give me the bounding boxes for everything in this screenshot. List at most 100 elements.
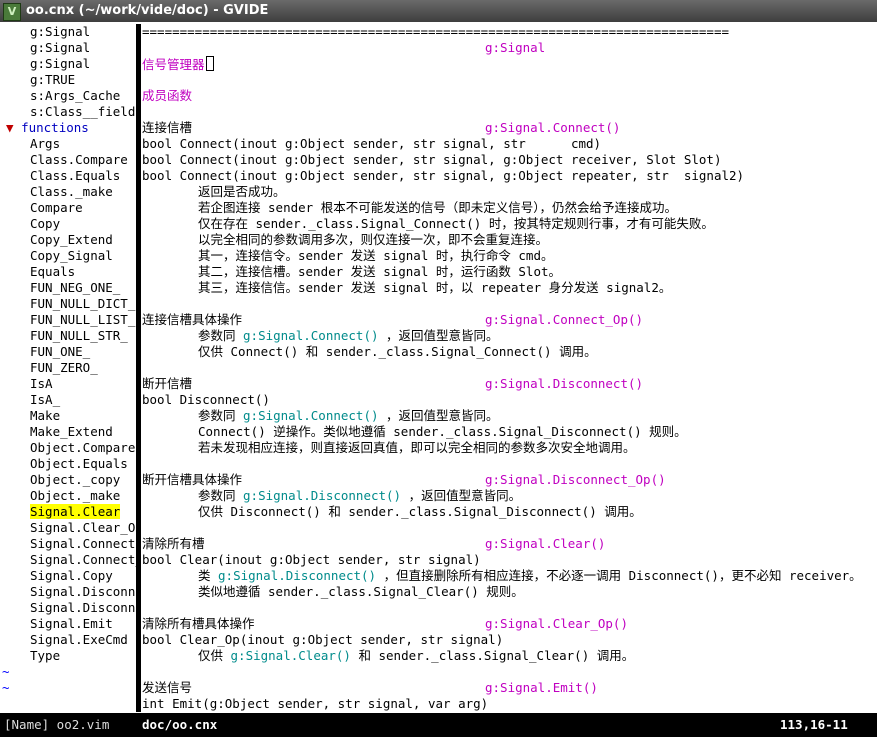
tree-item[interactable]: Object.Equals — [0, 456, 136, 472]
desc-line: 其一，连接信令。sender 发送 signal 时，执行命令 cmd。 — [198, 248, 554, 263]
section-disconnect-op-heading: 断开信槽具体操作 g:Signal.Disconnect_Op() — [142, 472, 666, 488]
tree-item-label: Signal.Emit — [30, 616, 113, 631]
tree-item[interactable]: FUN_NEG_ONE_ — [0, 280, 136, 296]
tree-item[interactable]: Equals — [0, 264, 136, 280]
tree-item[interactable]: FUN_NULL_DICT_ — [0, 296, 136, 312]
tree-item[interactable]: FUN_NULL_LIST_ — [0, 312, 136, 328]
rule-line: ========================================… — [142, 24, 729, 39]
tree-item[interactable]: FUN_NULL_STR_ — [0, 328, 136, 344]
status-cursor-position: 113,16-11 — [780, 717, 848, 732]
tree-item[interactable]: Copy_Extend — [0, 232, 136, 248]
doc-header-line: g:Signal — [142, 40, 877, 56]
folder-label: functions — [21, 120, 89, 135]
tree-item[interactable]: Signal.Connect — [0, 536, 136, 552]
tree-empty-lines: ~ ~ — [0, 664, 136, 696]
tree-item[interactable]: Compare — [0, 200, 136, 216]
link-connect[interactable]: g:Signal.Connect() — [243, 408, 378, 423]
split-separator[interactable] — [136, 24, 141, 712]
members-heading: 成员函数 — [142, 88, 193, 103]
tree-folder-functions[interactable]: ▼ functions — [0, 120, 136, 136]
link-disconnect[interactable]: g:Signal.Disconnect() — [218, 568, 376, 583]
tree-item[interactable]: Args — [0, 136, 136, 152]
tree-item-selected[interactable]: Signal.Clear — [0, 504, 136, 520]
tree-item[interactable]: Make_Extend — [0, 424, 136, 440]
tree-item[interactable]: Signal.Disconne — [0, 584, 136, 600]
tree-item[interactable]: Signal.Disconne — [0, 600, 136, 616]
document-pane[interactable]: ========================================… — [142, 24, 877, 712]
doc-signal-tag: g:Signal — [485, 40, 546, 55]
tree-item-label: IsA_ — [30, 392, 61, 407]
tree-item-label: Args — [30, 136, 61, 151]
tag-clear-op[interactable]: g:Signal.Clear_Op() — [485, 616, 628, 632]
folder-expanded-icon: ▼ — [6, 120, 14, 135]
tree-item[interactable]: Class._make — [0, 184, 136, 200]
tree-item[interactable]: g:Signal — [0, 24, 136, 40]
tree-item[interactable]: Type — [0, 648, 136, 664]
desc-line: 参数同 g:Signal.Connect() ，返回值型意皆同。 — [198, 408, 499, 423]
doc-title-line: 信号管理器 — [142, 56, 877, 72]
tree-item[interactable]: s:Class__field — [0, 104, 136, 120]
tag-disconnect-op[interactable]: g:Signal.Disconnect_Op() — [485, 472, 666, 488]
tree-item[interactable]: FUN_ONE_ — [0, 344, 136, 360]
tree-item-label: Signal.Copy — [30, 568, 113, 583]
tree-item[interactable]: Class.Compare — [0, 152, 136, 168]
link-disconnect[interactable]: g:Signal.Disconnect() — [243, 488, 401, 503]
tree-item-label: Copy_Extend — [30, 232, 113, 247]
desc-line: 仅供 Connect() 和 sender._class.Signal_Conn… — [198, 344, 597, 359]
desc-line: 若企图连接 sender 根本不可能发送的信号（即未定义信号），仍然会给予连接成… — [198, 200, 677, 215]
desc-line: 返回是否成功。 — [198, 184, 286, 199]
tree-item[interactable]: Class.Equals — [0, 168, 136, 184]
tree-item-label: FUN_ONE_ — [30, 344, 91, 359]
code-line: bool Clear(inout g:Object sender, str si… — [142, 552, 481, 567]
title-bar: V oo.cnx (~/work/vide/doc) - GVIDE — [0, 0, 877, 22]
tag-disconnect[interactable]: g:Signal.Disconnect() — [485, 376, 643, 392]
tree-top-items: g:Signal g:Signal g:Signal g:TRUE s:Args_Cac… — [0, 24, 136, 120]
tree-item[interactable]: Signal.Clear_Op — [0, 520, 136, 536]
desc-line: 参数同 g:Signal.Connect() ，返回值型意皆同。 — [198, 328, 499, 343]
section-connect-heading: 连接信槽 g:Signal.Connect() — [142, 120, 621, 136]
tree-item[interactable]: g:Signal — [0, 40, 136, 56]
tree-item[interactable]: Copy — [0, 216, 136, 232]
status-line: [Name] oo2.vim doc/oo.cnx 113,16-11 — [0, 713, 877, 737]
tree-item-label: FUN_NULL_LIST_ — [30, 312, 136, 327]
desc-line: 参数同 g:Signal.Disconnect() ，返回值型意皆同。 — [198, 488, 522, 503]
link-clear[interactable]: g:Signal.Clear() — [231, 648, 351, 663]
tag-connect-op[interactable]: g:Signal.Connect_Op() — [485, 312, 643, 328]
tree-item[interactable]: Signal.ExeCmd — [0, 632, 136, 648]
desc-line: 仅供 g:Signal.Clear() 和 sender._class.Sign… — [198, 648, 635, 663]
tree-item-label: IsA — [30, 376, 53, 391]
tree-item[interactable]: Signal.Copy — [0, 568, 136, 584]
desc-line: 以完全相同的参数调用多次，则仅连接一次，即不会重复连接。 — [198, 232, 549, 247]
tree-item-label: FUN_NULL_STR_ — [30, 328, 128, 343]
tree-item[interactable]: IsA_ — [0, 392, 136, 408]
tree-item[interactable]: g:Signal — [0, 56, 136, 72]
tree-item[interactable]: Copy_Signal — [0, 248, 136, 264]
tag-connect[interactable]: g:Signal.Connect() — [485, 120, 620, 136]
desc-line: 其三，连接信信。sender 发送 signal 时，以 repeater 身分… — [198, 280, 672, 295]
empty-line-marker: ~ — [2, 664, 10, 679]
code-line: int Emit(g:Object sender, str signal, va… — [142, 696, 489, 711]
tree-item[interactable]: IsA — [0, 376, 136, 392]
empty-line-marker: ~ — [2, 680, 10, 695]
tree-item[interactable]: Signal.Emit — [0, 616, 136, 632]
tree-item[interactable]: FUN_ZERO_ — [0, 360, 136, 376]
link-connect[interactable]: g:Signal.Connect() — [243, 328, 378, 343]
tree-item[interactable]: Object._copy — [0, 472, 136, 488]
section-clear-heading: 清除所有槽 g:Signal.Clear() — [142, 536, 606, 552]
tree-item[interactable]: Object._make — [0, 488, 136, 504]
tag-emit[interactable]: g:Signal.Emit() — [485, 680, 598, 696]
tree-item-label: Class._make — [30, 184, 113, 199]
tag-list-pane[interactable]: g:Signal g:Signal g:Signal g:TRUE s:Args_Cac… — [0, 24, 136, 712]
tree-item[interactable]: Object.Compare — [0, 440, 136, 456]
tree-item-label: Make_Extend — [30, 424, 113, 439]
tree-item[interactable]: s:Args_Cache — [0, 88, 136, 104]
tree-item[interactable]: Signal.Connect_ — [0, 552, 136, 568]
section-connect-op-heading: 连接信槽具体操作 g:Signal.Connect_Op() — [142, 312, 644, 328]
tree-item-label: Make — [30, 408, 61, 423]
tree-item[interactable]: g:TRUE — [0, 72, 136, 88]
tree-item-label: Object._make — [30, 488, 121, 503]
tag-clear[interactable]: g:Signal.Clear() — [485, 536, 605, 552]
tree-item-label: FUN_ZERO_ — [30, 360, 98, 375]
desc-line: Connect() 逆操作。类似地遵循 sender._class.Signal… — [198, 424, 687, 439]
tree-item[interactable]: Make — [0, 408, 136, 424]
